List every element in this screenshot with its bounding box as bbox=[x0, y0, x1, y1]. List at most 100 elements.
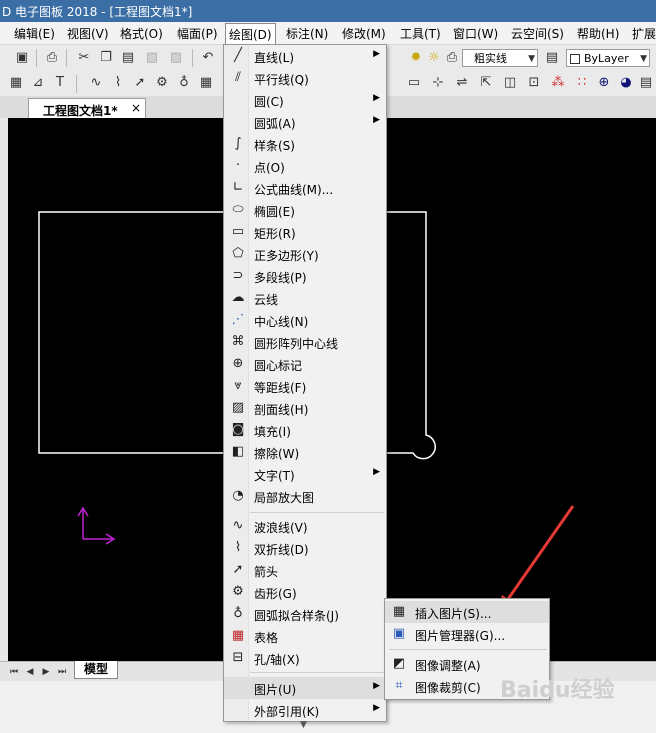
menu-view[interactable]: 视图(V) bbox=[65, 25, 111, 41]
grid-array-icon[interactable]: ∷ bbox=[574, 75, 590, 91]
menu-item-image-manager[interactable]: ▣ 图片管理器(G)... bbox=[385, 623, 549, 645]
tab-document[interactable]: 工程图文档1* × bbox=[28, 98, 146, 118]
menu-item-table[interactable]: ▦ 表格 bbox=[224, 625, 386, 647]
arrow-icon[interactable]: ➚ bbox=[132, 75, 148, 91]
hatch-icon[interactable]: ▦ bbox=[8, 75, 24, 91]
menu-item-line[interactable]: ╱ 直线(L) ▶ bbox=[224, 45, 386, 67]
sheet-icon[interactable]: ▤ bbox=[638, 75, 654, 91]
circular-array-centerline-icon: ⌘ bbox=[231, 334, 245, 349]
copy-icon[interactable]: ❐ bbox=[98, 50, 114, 66]
menu-item-fill[interactable]: ◙ 填充(I) bbox=[224, 419, 386, 441]
snap-icon[interactable]: ⊹ bbox=[430, 75, 446, 91]
menu-draw[interactable]: 绘图(D) bbox=[225, 23, 276, 46]
print-icon[interactable]: ⎙ bbox=[44, 50, 60, 66]
last-layout-icon[interactable]: ⏭ bbox=[54, 664, 70, 680]
sun-icon[interactable]: ☼ bbox=[426, 50, 442, 66]
menu-format[interactable]: 格式(O) bbox=[118, 25, 165, 41]
menu-item-arrow[interactable]: ➚ 箭头 bbox=[224, 559, 386, 581]
menu-sheet[interactable]: 幅面(P) bbox=[175, 25, 220, 41]
linetype-combo[interactable]: 粗实线 ▼ bbox=[462, 49, 538, 67]
prev-layout-icon[interactable]: ◀ bbox=[22, 664, 38, 680]
mirror-icon[interactable]: ◫ bbox=[502, 75, 518, 91]
menu-item-double-break-line[interactable]: ⌇ 双折线(D) bbox=[224, 537, 386, 559]
arc-fit-spline-icon[interactable]: ♁ bbox=[176, 75, 192, 91]
menu-item-formula-curve[interactable]: ∟ 公式曲线(M)... bbox=[224, 177, 386, 199]
menu-item-polygon[interactable]: ⬠ 正多边形(Y) bbox=[224, 243, 386, 265]
menu-item-label: 圆(C) bbox=[254, 95, 284, 109]
format-painter-icon[interactable]: ▨ bbox=[168, 50, 184, 66]
menu-item-spline[interactable]: ∫ 样条(S) bbox=[224, 133, 386, 155]
line-icon: ╱ bbox=[234, 48, 242, 63]
menu-item-parallel-line[interactable]: ⫽ 平行线(Q) bbox=[224, 67, 386, 89]
menu-modify[interactable]: 修改(M) bbox=[340, 25, 388, 41]
bulb-icon[interactable]: ✹ bbox=[408, 50, 424, 66]
measure-icon[interactable]: ▭ bbox=[406, 75, 422, 91]
wave-line-icon[interactable]: ∿ bbox=[88, 75, 104, 91]
menu-separator bbox=[389, 649, 547, 650]
menu-item-centerline[interactable]: ⋰ 中心线(N) bbox=[224, 309, 386, 331]
layer-combo[interactable]: ByLayer ▼ bbox=[566, 49, 650, 67]
cut-icon[interactable]: ✂ bbox=[76, 50, 92, 66]
menu-item-arc[interactable]: 圆弧(A) ▶ bbox=[224, 111, 386, 133]
menu-item-offset-line[interactable]: ⩔ 等距线(F) bbox=[224, 375, 386, 397]
menu-item-hole-shaft[interactable]: ⊟ 孔/轴(X) bbox=[224, 647, 386, 669]
menu-item-point[interactable]: · 点(O) bbox=[224, 155, 386, 177]
menu-item-rectangle[interactable]: ▭ 矩形(R) bbox=[224, 221, 386, 243]
close-icon[interactable]: × bbox=[131, 101, 141, 115]
first-layout-icon[interactable]: ⏮ bbox=[6, 664, 22, 680]
table-icon[interactable]: ▦ bbox=[198, 75, 214, 91]
undo-icon[interactable]: ↶ bbox=[200, 50, 216, 66]
next-layout-icon[interactable]: ▶ bbox=[38, 664, 54, 680]
toolbar-separator bbox=[66, 49, 67, 67]
text-icon[interactable]: T bbox=[52, 75, 68, 91]
paste-special-icon[interactable]: ▧ bbox=[144, 50, 160, 66]
menu-item-image[interactable]: 图片(U) ▶ bbox=[224, 677, 386, 699]
menu-edit[interactable]: 编辑(E) bbox=[12, 25, 57, 41]
menu-item-label: 双折线(D) bbox=[254, 543, 309, 557]
polygon-icon: ⬠ bbox=[232, 246, 244, 261]
scale-icon[interactable]: ⊡ bbox=[526, 75, 542, 91]
submenu-arrow-icon: ▶ bbox=[373, 467, 380, 477]
menu-item-hatch[interactable]: ▨ 剖面线(H) bbox=[224, 397, 386, 419]
layer-manager-icon[interactable]: ▤ bbox=[544, 50, 560, 66]
center-mark-icon[interactable]: ⊕ bbox=[596, 75, 612, 91]
menu-tools[interactable]: 工具(T) bbox=[398, 25, 443, 41]
point-icon: · bbox=[235, 158, 241, 173]
menu-item-ellipse[interactable]: ⬭ 椭圆(E) bbox=[224, 199, 386, 221]
menu-item-center-mark[interactable]: ⊕ 圆心标记 bbox=[224, 353, 386, 375]
dimension-icon[interactable]: ⊿ bbox=[30, 75, 46, 91]
tab-model[interactable]: 模型 bbox=[74, 661, 118, 679]
array-icon[interactable]: ⁂ bbox=[550, 75, 566, 91]
double-break-line-icon[interactable]: ⌇ bbox=[110, 75, 126, 91]
menu-item-insert-image[interactable]: ▦ 插入图片(S)... bbox=[385, 601, 549, 623]
menu-item-label: 局部放大图 bbox=[254, 491, 315, 505]
submenu-arrow-icon: ▶ bbox=[373, 681, 380, 691]
menu-item-detail-view[interactable]: ◔ 局部放大图 bbox=[224, 485, 386, 507]
menu-item-wipeout[interactable]: ◧ 擦除(W) bbox=[224, 441, 386, 463]
menu-item-arc-fit-spline[interactable]: ♁ 圆弧拟合样条(J) bbox=[224, 603, 386, 625]
menu-extend[interactable]: 扩展 bbox=[630, 25, 656, 41]
stretch-icon[interactable]: ⇱ bbox=[478, 75, 494, 91]
menu-item-wave-line[interactable]: ∿ 波浪线(V) bbox=[224, 515, 386, 537]
menu-item-circular-array-centerline[interactable]: ⌘ 圆形阵列中心线 bbox=[224, 331, 386, 353]
menu-help[interactable]: 帮助(H) bbox=[575, 25, 621, 41]
ellipse-icon: ⬭ bbox=[232, 202, 244, 217]
save-icon[interactable]: ▣ bbox=[14, 50, 30, 66]
chevron-down-icon: ▼ bbox=[640, 54, 647, 64]
paste-icon[interactable]: ▤ bbox=[120, 50, 136, 66]
menu-window[interactable]: 窗口(W) bbox=[451, 25, 500, 41]
menu-item-external-reference[interactable]: 外部引用(K) ▶ bbox=[224, 699, 386, 721]
menu-item-gear-tooth[interactable]: ⚙ 齿形(G) bbox=[224, 581, 386, 603]
menu-dimension[interactable]: 标注(N) bbox=[284, 25, 330, 41]
gear-tooth-icon[interactable]: ⚙ bbox=[154, 75, 170, 91]
printer-layer-icon[interactable]: ⎙ bbox=[444, 50, 460, 66]
menu-scroll-down-icon[interactable]: ▼ bbox=[300, 720, 307, 730]
menu-cloud[interactable]: 云空间(S) bbox=[509, 25, 566, 41]
menu-item-polyline[interactable]: ⊃ 多段线(P) bbox=[224, 265, 386, 287]
image-crop-icon: ⌗ bbox=[395, 678, 403, 693]
menu-item-text[interactable]: 文字(T) ▶ bbox=[224, 463, 386, 485]
menu-item-cloud-line[interactable]: ☁ 云线 bbox=[224, 287, 386, 309]
menu-item-circle[interactable]: 圆(C) ▶ bbox=[224, 89, 386, 111]
align-icon[interactable]: ⇌ bbox=[454, 75, 470, 91]
circle-icon[interactable]: ◕ bbox=[618, 75, 634, 91]
